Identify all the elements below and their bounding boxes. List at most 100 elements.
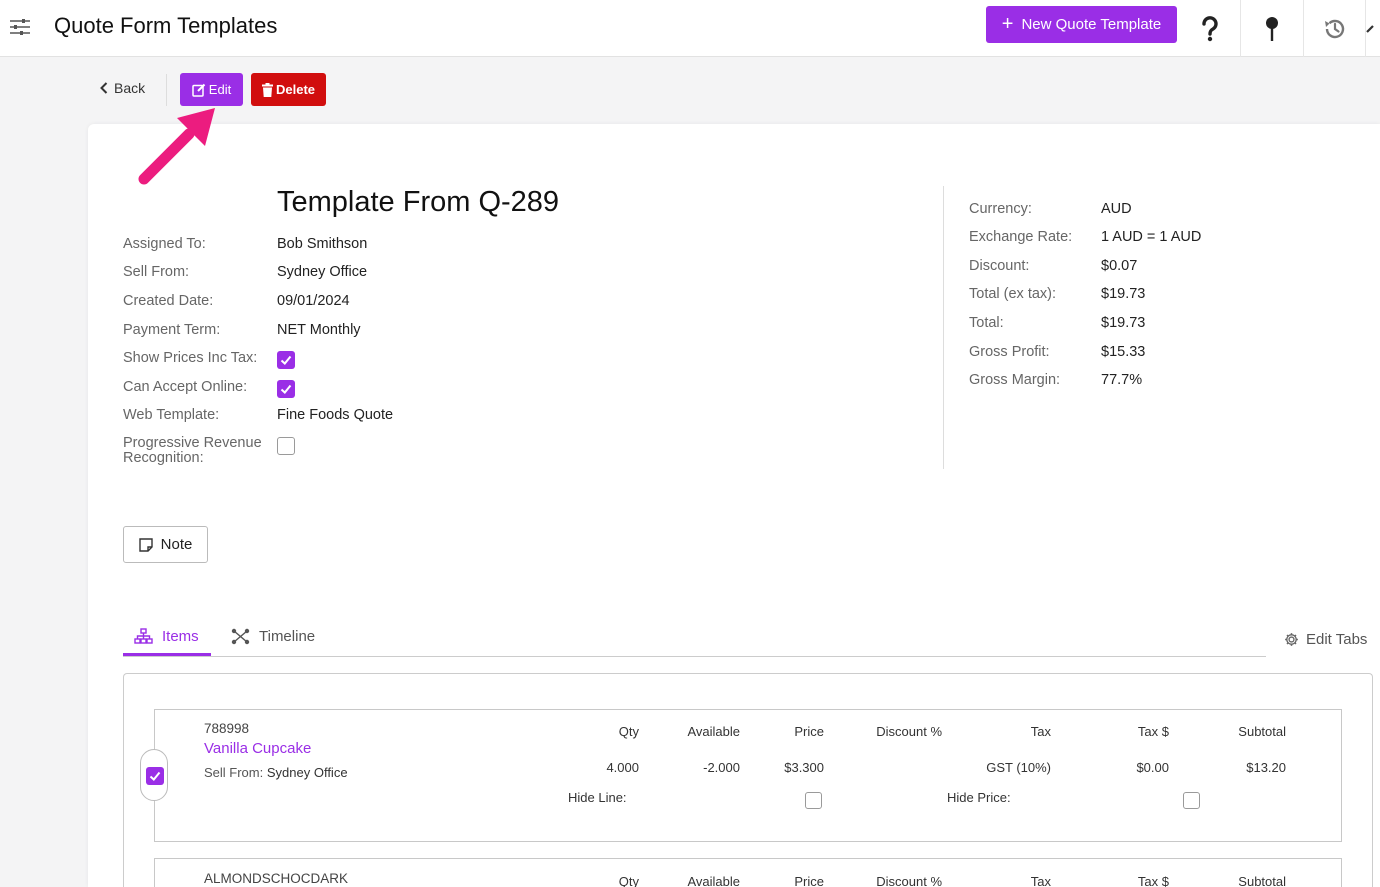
trash-icon [261, 82, 273, 97]
created-date-label: Created Date: [123, 293, 214, 309]
item-tax-amount: $0.00 [1136, 760, 1169, 775]
page-title: Quote Form Templates [54, 13, 278, 38]
column-header-price: Price [794, 724, 824, 739]
history-button[interactable] [1304, 0, 1366, 57]
column-header-tax-amount: Tax $ [1137, 724, 1169, 739]
collapse-button[interactable] [1366, 0, 1380, 57]
item-code: 788998 [204, 721, 250, 736]
note-button[interactable]: Note [123, 526, 208, 563]
created-date-value: 09/01/2024 [277, 293, 350, 309]
history-icon [1325, 19, 1345, 38]
total-ex-tax-value: $19.73 [1101, 286, 1146, 302]
item-tax: GST (10%) [986, 760, 1051, 775]
item-subtotal: $13.20 [1246, 760, 1286, 775]
tabs-underline [123, 656, 1266, 657]
sell-from-value: Sydney Office [277, 264, 368, 280]
hide-line-label: Hide Line: [568, 790, 627, 805]
currency-value: AUD [1101, 201, 1132, 217]
line-item-checkbox[interactable] [146, 767, 164, 785]
check-icon [280, 384, 292, 394]
item-code: ALMONDSCHOCDARK [204, 871, 349, 886]
can-accept-online-checkbox[interactable] [277, 380, 295, 398]
chevron-left-icon [100, 82, 108, 94]
edit-label: Edit [208, 82, 232, 97]
exchange-rate-value: 1 AUD = 1 AUD [1101, 229, 1202, 245]
payment-term-label: Payment Term: [123, 322, 221, 338]
gross-margin-value: 77.7% [1101, 372, 1143, 388]
delete-label: Delete [275, 82, 316, 97]
assigned-to-label: Assigned To: [123, 236, 206, 252]
pin-icon [1266, 16, 1278, 41]
sticky-note-icon [138, 537, 153, 552]
column-header-tax: Tax [1030, 724, 1051, 739]
new-quote-template-button[interactable]: + New Quote Template [986, 6, 1177, 43]
template-title: Template From Q-289 [277, 186, 560, 218]
gear-icon [1285, 633, 1298, 646]
item-price: $3.300 [784, 760, 824, 775]
annotation-arrow-icon [138, 108, 215, 185]
note-label: Note [160, 536, 193, 553]
column-header-price: Price [794, 874, 824, 887]
column-header-discount: Discount % [876, 724, 942, 739]
hide-price-checkbox[interactable] [1183, 792, 1200, 809]
question-icon [1202, 15, 1218, 41]
column-header-tax-amount: Tax $ [1137, 874, 1169, 887]
chevron-up-icon [1366, 24, 1374, 33]
discount-value: $0.07 [1101, 258, 1138, 274]
gross-profit-value: $15.33 [1101, 344, 1146, 360]
gross-margin-label: Gross Margin: [969, 372, 1061, 388]
payment-term-value: NET Monthly [277, 322, 361, 338]
total-label: Total: [969, 315, 1004, 331]
sliders-menu-icon[interactable] [9, 17, 31, 37]
tab-items[interactable]: Items [123, 628, 211, 656]
column-header-qty: Qty [618, 724, 639, 739]
total-value: $19.73 [1101, 315, 1146, 331]
show-prices-inc-tax-checkbox[interactable] [277, 351, 295, 369]
hide-price-label: Hide Price: [947, 790, 1011, 805]
column-header-qty: Qty [618, 874, 639, 887]
column-header-discount: Discount % [876, 874, 942, 887]
edit-tabs-button[interactable]: Edit Tabs [1284, 631, 1367, 648]
progressive-revenue-label: Progressive Revenue Recognition: [123, 435, 262, 466]
column-header-available: Available [687, 724, 740, 739]
check-icon [149, 771, 161, 781]
plus-icon: + [1001, 12, 1014, 35]
line-item-select-toggle[interactable] [140, 749, 168, 801]
show-prices-inc-tax-label: Show Prices Inc Tax: [123, 350, 258, 366]
currency-label: Currency: [969, 201, 1032, 217]
web-template-label: Web Template: [123, 407, 220, 423]
item-product-link[interactable]: Vanilla Cupcake [204, 740, 311, 757]
assigned-to-value: Bob Smithson [277, 236, 368, 252]
total-ex-tax-label: Total (ex tax): [969, 286, 1057, 302]
exchange-rate-label: Exchange Rate: [969, 229, 1073, 245]
column-header-subtotal: Subtotal [1238, 724, 1286, 739]
tab-timeline-label: Timeline [259, 628, 316, 645]
top-bar: Quote Form Templates + New Quote Templat… [0, 0, 1380, 57]
section-divider [943, 186, 944, 469]
discount-label: Discount: [969, 258, 1030, 274]
tab-timeline[interactable]: Timeline [231, 628, 315, 656]
pin-button[interactable] [1241, 0, 1303, 57]
item-qty: 4.000 [606, 760, 639, 775]
edit-icon [192, 83, 206, 97]
web-template-value: Fine Foods Quote [277, 407, 394, 423]
delete-button[interactable]: Delete [251, 73, 326, 106]
gross-profit-label: Gross Profit: [969, 344, 1050, 360]
back-button[interactable]: Back [100, 80, 145, 96]
progressive-revenue-checkbox[interactable] [277, 437, 295, 455]
new-quote-template-label: New Quote Template [1021, 16, 1162, 33]
can-accept-online-label: Can Accept Online: [123, 379, 248, 395]
column-header-available: Available [687, 874, 740, 887]
sitemap-icon [134, 628, 153, 644]
sell-from-label: Sell From: [123, 264, 190, 280]
column-header-subtotal: Subtotal [1238, 874, 1286, 887]
column-header-tax: Tax [1030, 874, 1051, 887]
help-button[interactable] [1179, 0, 1241, 57]
tab-items-label: Items [162, 628, 199, 645]
back-label: Back [114, 80, 146, 96]
edit-tabs-label: Edit Tabs [1306, 631, 1368, 648]
item-sell-from: Sell From: Sydney Office [204, 765, 348, 780]
check-icon [280, 355, 292, 365]
timeline-icon [231, 628, 250, 645]
hide-line-checkbox[interactable] [805, 792, 822, 809]
